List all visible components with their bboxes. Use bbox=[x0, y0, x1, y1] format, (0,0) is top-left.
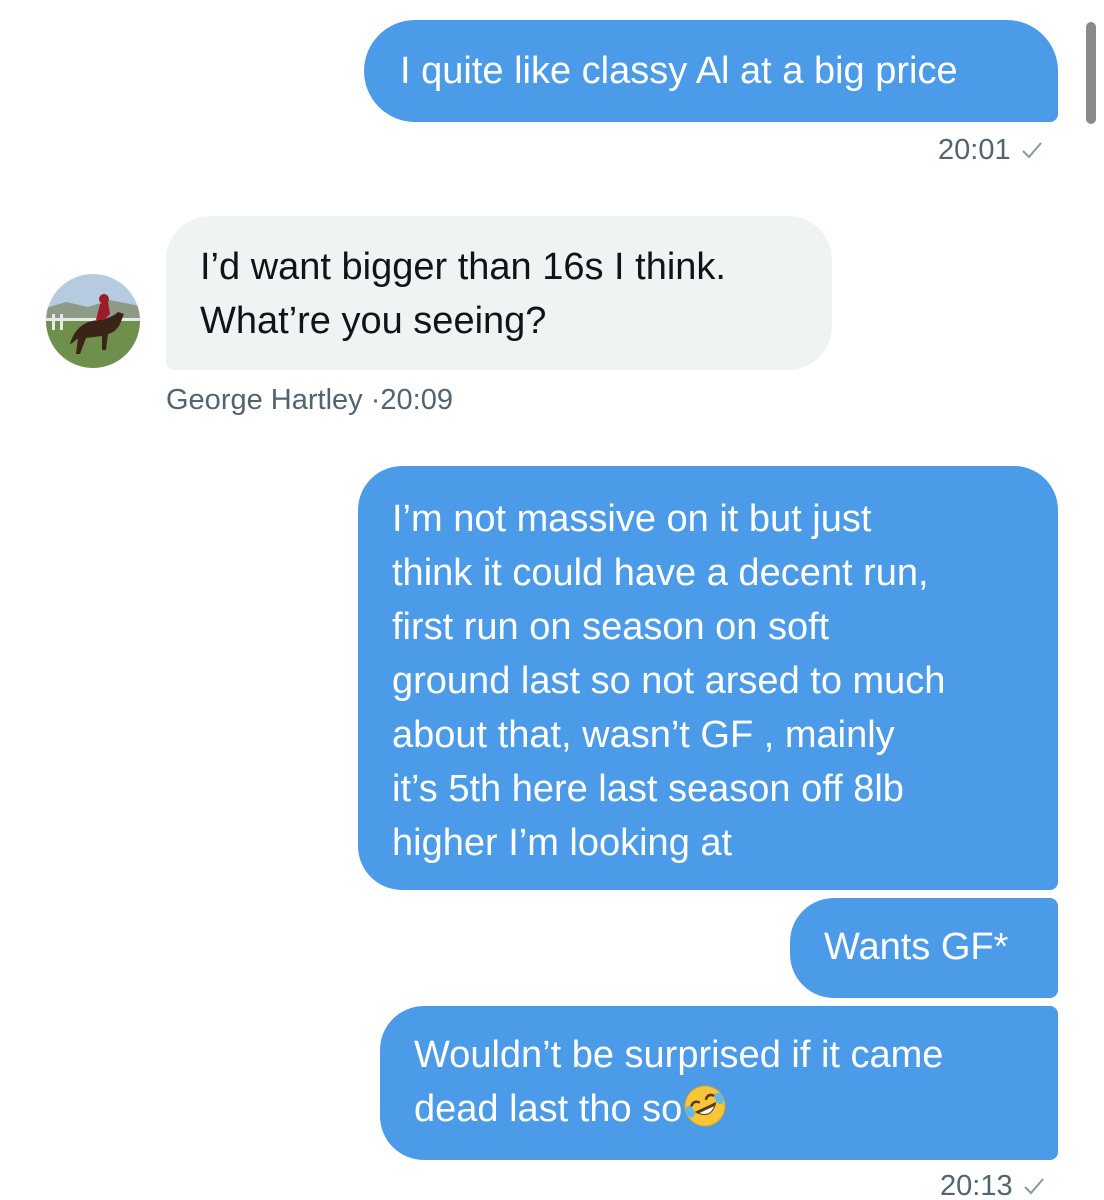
message-text-line: Wouldn’t be surprised if it came bbox=[414, 1034, 944, 1076]
message-text-line: higher I’m looking at bbox=[392, 822, 733, 864]
message-text: Wants GF* bbox=[824, 926, 1009, 968]
message-bubble-outgoing[interactable]: I’m not massive on it but just think it … bbox=[358, 466, 1058, 890]
message-bubble-outgoing[interactable]: I quite like classy Al at a big price bbox=[364, 20, 1058, 122]
message-text-line: think it could have a decent run, bbox=[392, 552, 929, 594]
message-bubble-outgoing[interactable]: Wouldn’t be surprised if it came dead la… bbox=[380, 1006, 1058, 1160]
time-label: 20:01 bbox=[938, 134, 1011, 166]
sent-check-icon bbox=[1023, 1178, 1044, 1195]
time-label: 20:13 bbox=[940, 1170, 1013, 1200]
message-timestamp: 20:01 bbox=[938, 134, 1043, 167]
message-timestamp: 20:13 bbox=[940, 1170, 1045, 1200]
dm-conversation: I quite like classy Al at a big price 20… bbox=[0, 0, 1104, 1200]
message-sender-meta: George Hartley ·20:09 bbox=[166, 384, 453, 417]
message-text-line: first run on season on soft bbox=[392, 606, 830, 648]
sender-name[interactable]: George Hartley bbox=[166, 384, 363, 416]
message-text-line: about that, wasn’t GF , mainly bbox=[392, 714, 895, 756]
message-bubble-incoming[interactable]: I’d want bigger than 16s I think. What’r… bbox=[166, 216, 832, 370]
message-text-line: it’s 5th here last season off 8lb bbox=[392, 768, 904, 810]
time-label: ·20:09 bbox=[370, 384, 453, 416]
message-text: dead last tho so bbox=[414, 1088, 683, 1130]
message-bubble-outgoing[interactable]: Wants GF* bbox=[790, 898, 1058, 998]
rolling-on-floor-laughing-emoji-icon bbox=[684, 1085, 726, 1127]
avatar[interactable] bbox=[46, 274, 140, 368]
message-text-line-with-emoji: dead last tho so bbox=[414, 1082, 1058, 1136]
message-text-line: What’re you seeing? bbox=[200, 300, 547, 342]
message-text-line: I’m not massive on it but just bbox=[392, 498, 872, 540]
sent-check-icon bbox=[1021, 142, 1042, 159]
message-text: I quite like classy Al at a big price bbox=[400, 50, 958, 92]
message-text-line: ground last so not arsed to much bbox=[392, 660, 946, 702]
scrollbar[interactable] bbox=[1086, 22, 1096, 124]
horse-racing-avatar-image bbox=[46, 274, 140, 368]
message-text-line: I’d want bigger than 16s I think. bbox=[200, 246, 726, 288]
